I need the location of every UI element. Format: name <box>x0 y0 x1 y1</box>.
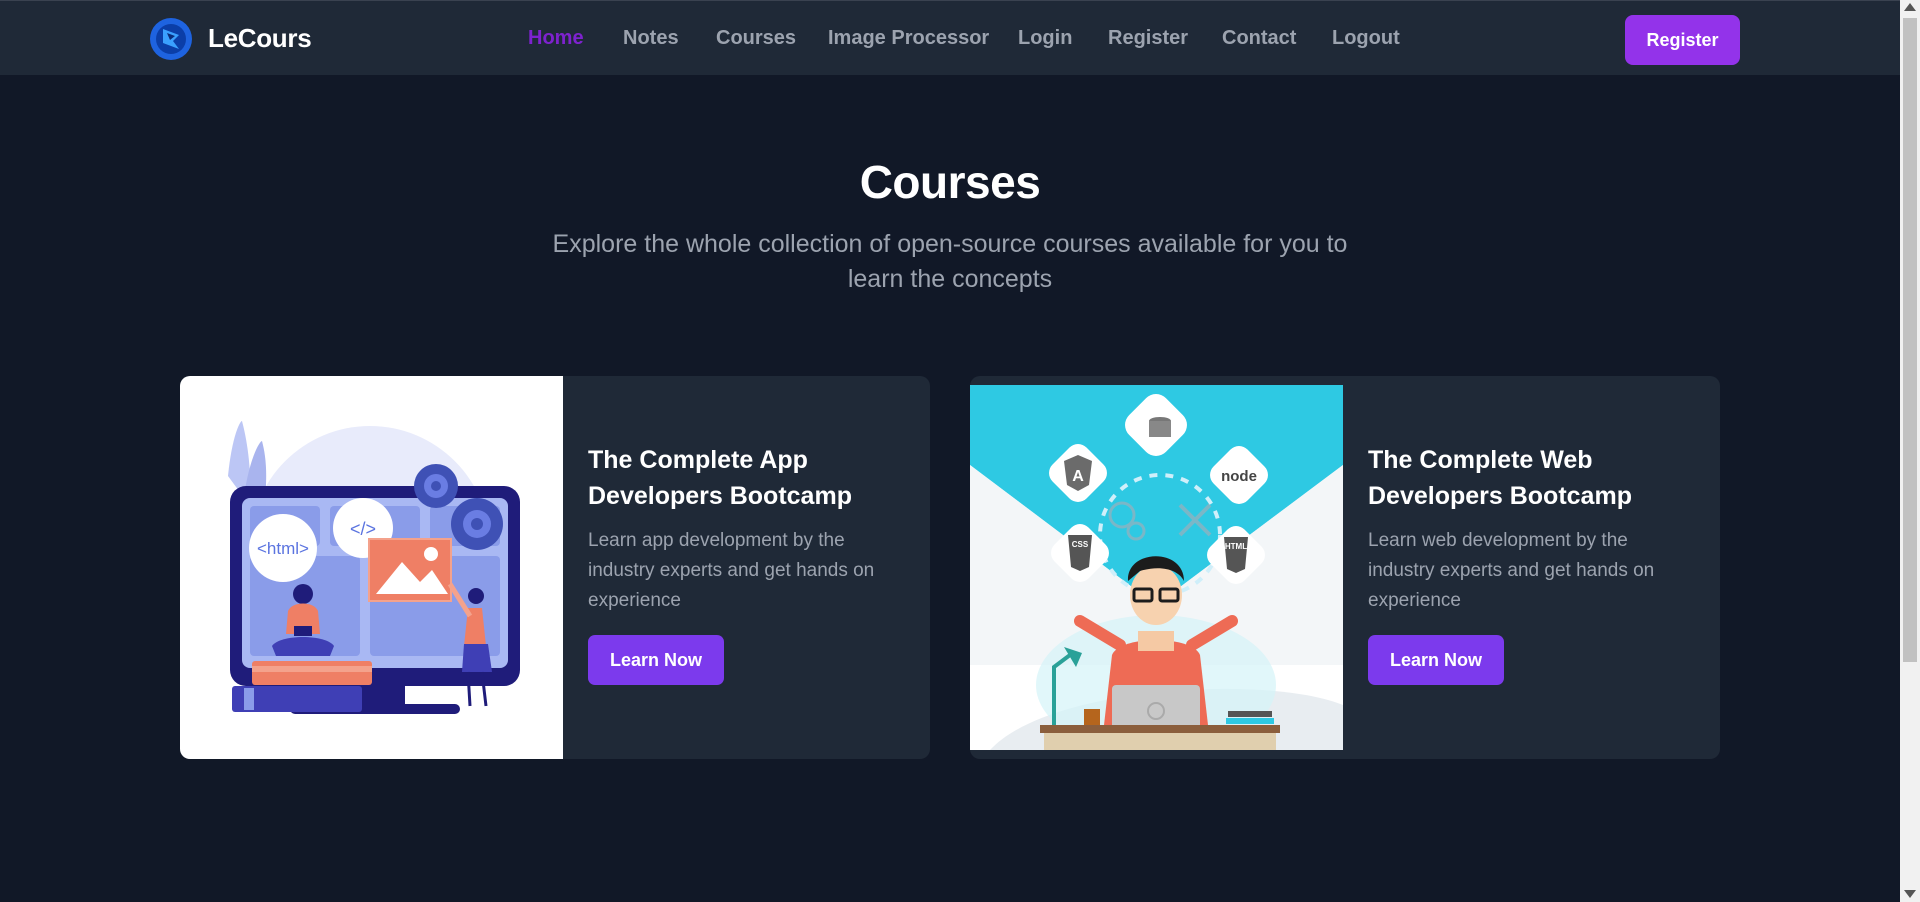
brand-name[interactable]: LeCours <box>208 23 312 54</box>
web-dev-illustration: A node CSS HTML <box>970 385 1343 755</box>
course-image-app: <html> </> <box>180 376 563 759</box>
page-title: Courses <box>859 156 1041 208</box>
scrollbar-thumb[interactable] <box>1903 18 1917 662</box>
nav-image-processor[interactable]: Image Processor <box>828 27 989 50</box>
scroll-down-icon[interactable] <box>1904 890 1916 898</box>
nav-courses[interactable]: Courses <box>716 27 796 50</box>
illustration-html-tag: <html> <box>257 539 309 558</box>
illustration-css-label: CSS <box>1072 540 1089 549</box>
page-scrollbar[interactable] <box>1900 0 1920 902</box>
nav-home[interactable]: Home <box>528 27 584 50</box>
nav-login[interactable]: Login <box>1018 27 1072 50</box>
course-title: The Complete App Developers Bootcamp <box>588 446 852 510</box>
course-description: Learn app development by the industry ex… <box>588 530 875 611</box>
register-button[interactable]: Register <box>1625 15 1740 65</box>
nav-notes[interactable]: Notes <box>623 27 679 50</box>
illustration-node-label: node <box>1221 468 1257 485</box>
course-image-web: A node CSS HTML <box>970 385 1343 755</box>
course-description: Learn web development by the industry ex… <box>1368 530 1655 611</box>
course-card-app: <html> </> The Complete App Developers B… <box>180 376 930 759</box>
learn-now-button[interactable]: Learn Now <box>588 635 724 685</box>
course-title: The Complete Web Developers Bootcamp <box>1368 446 1632 510</box>
top-navbar: LeCours Home Notes Courses Image Process… <box>0 0 1900 75</box>
nav-logout[interactable]: Logout <box>1332 27 1400 50</box>
logo-icon[interactable] <box>149 17 193 61</box>
nav-contact[interactable]: Contact <box>1222 27 1296 50</box>
illustration-code-tag: </> <box>350 519 376 539</box>
illustration-html-label: HTML <box>1225 542 1247 551</box>
svg-text:A: A <box>1072 468 1084 485</box>
nav-register[interactable]: Register <box>1108 27 1188 50</box>
scroll-up-icon[interactable] <box>1904 3 1916 11</box>
course-card-web: A node CSS HTML The Complete Web Develop… <box>970 376 1720 759</box>
app-dev-illustration: <html> </> <box>228 421 520 714</box>
page-subtitle: Explore the whole collection of open-sou… <box>552 230 1348 293</box>
learn-now-button[interactable]: Learn Now <box>1368 635 1504 685</box>
